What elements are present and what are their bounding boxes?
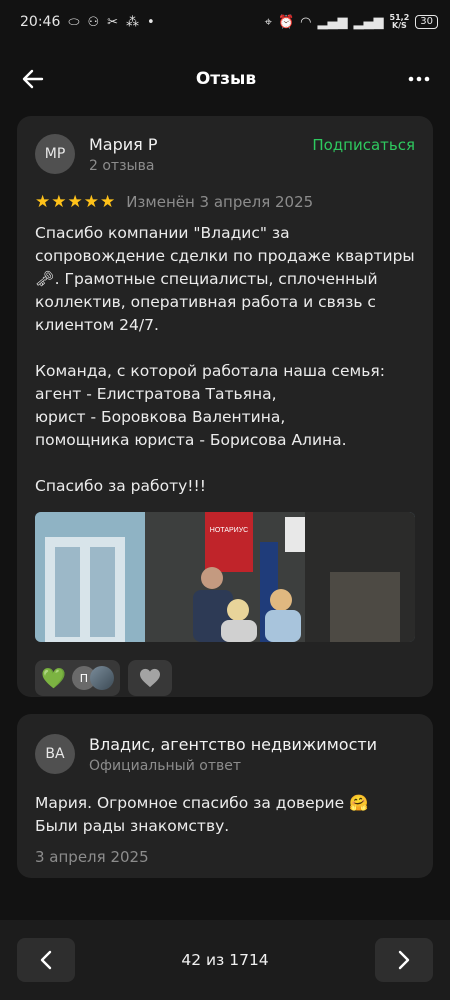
reactor-avatar-photo xyxy=(89,666,114,690)
missed-call-icon: ✂ xyxy=(107,14,119,30)
author-name[interactable]: Мария Р xyxy=(89,135,158,154)
official-reply-label: Официальный ответ xyxy=(89,757,241,774)
review-card: МР Мария Р 2 отзыва Подписаться ★★★★★ Из… xyxy=(17,116,433,697)
author-info: Мария Р 2 отзыва xyxy=(89,135,158,174)
wifi-icon: ◠ xyxy=(300,14,312,30)
pager-bar: 42 из 1714 xyxy=(0,920,450,1000)
status-right: ⌖ ⏰ ◠ ▂▄▆ ▂▄▆ 51,2 K/S 30 xyxy=(265,14,438,30)
app-header: Отзыв xyxy=(0,44,450,114)
reactions-row: 💚 П xyxy=(35,660,415,696)
more-horizontal-icon xyxy=(408,76,430,82)
review-text: Спасибо компании "Владис" за сопровожден… xyxy=(35,224,415,495)
arrow-left-icon xyxy=(22,69,44,89)
app-notification-icon: ⁂ xyxy=(126,14,140,30)
reply-author-info: Владис, агентство недвижимости Официальн… xyxy=(89,735,377,774)
company-name[interactable]: Владис, агентство недвижимости xyxy=(89,735,377,754)
green-heart-icon: 💚 xyxy=(41,666,66,690)
status-left: 20:46 ⬭ ⚇ ✂ ⁂ • xyxy=(20,14,155,30)
photo-sign-text: НОТАРИУС xyxy=(210,527,248,534)
subscribe-button[interactable]: Подписаться xyxy=(312,136,415,154)
signal-icon-2: ▂▄▆ xyxy=(353,14,384,30)
heart-icon xyxy=(139,668,160,688)
location-icon: ⌖ xyxy=(264,14,272,30)
review-header: МР Мария Р 2 отзыва Подписаться xyxy=(35,134,415,174)
notification-icon: ⬭ xyxy=(68,14,80,30)
reply-author[interactable]: ВА Владис, агентство недвижимости Официа… xyxy=(35,734,415,774)
net-speed-unit: K/S xyxy=(391,21,407,30)
reply-card: ВА Владис, агентство недвижимости Официа… xyxy=(17,714,433,878)
reply-date: 3 апреля 2025 xyxy=(35,848,149,866)
status-time: 20:46 xyxy=(20,14,61,30)
notification-icon-2: ⚇ xyxy=(87,14,100,30)
author-review-count: 2 отзыва xyxy=(89,157,155,174)
back-button[interactable] xyxy=(20,66,46,92)
more-notifications-dot-icon: • xyxy=(147,14,155,30)
chevron-right-icon xyxy=(398,950,410,970)
star-rating: ★★★★★ xyxy=(35,192,117,212)
like-button[interactable] xyxy=(127,660,172,696)
chevron-left-icon xyxy=(40,950,52,970)
rating-row: ★★★★★ Изменён 3 апреля 2025 xyxy=(35,192,415,212)
page-title: Отзыв xyxy=(195,69,257,89)
reply-text: Мария. Огромное спасибо за доверие 🤗 Был… xyxy=(35,794,369,835)
avatar[interactable]: МР xyxy=(35,134,75,174)
more-options-button[interactable] xyxy=(406,66,432,92)
alarm-icon: ⏰ xyxy=(277,14,295,30)
review-counter: 42 из 1714 xyxy=(181,951,269,969)
status-bar: 20:46 ⬭ ⚇ ✂ ⁂ • ⌖ ⏰ ◠ ▂▄▆ ▂▄▆ 51,2 K/S 3… xyxy=(0,0,450,44)
review-photo[interactable]: НОТАРИУС xyxy=(35,512,415,642)
next-review-button[interactable] xyxy=(375,938,433,982)
edited-date: Изменён 3 апреля 2025 xyxy=(126,193,314,211)
review-author[interactable]: МР Мария Р 2 отзыва xyxy=(35,134,158,174)
company-avatar[interactable]: ВА xyxy=(35,734,75,774)
signal-icon: ▂▄▆ xyxy=(317,14,348,30)
photo-illustration: НОТАРИУС xyxy=(35,512,415,642)
reaction-green-heart[interactable]: 💚 П xyxy=(35,660,120,696)
battery-indicator: 30 xyxy=(415,15,438,29)
net-speed: 51,2 K/S xyxy=(390,14,410,30)
previous-review-button[interactable] xyxy=(17,938,75,982)
